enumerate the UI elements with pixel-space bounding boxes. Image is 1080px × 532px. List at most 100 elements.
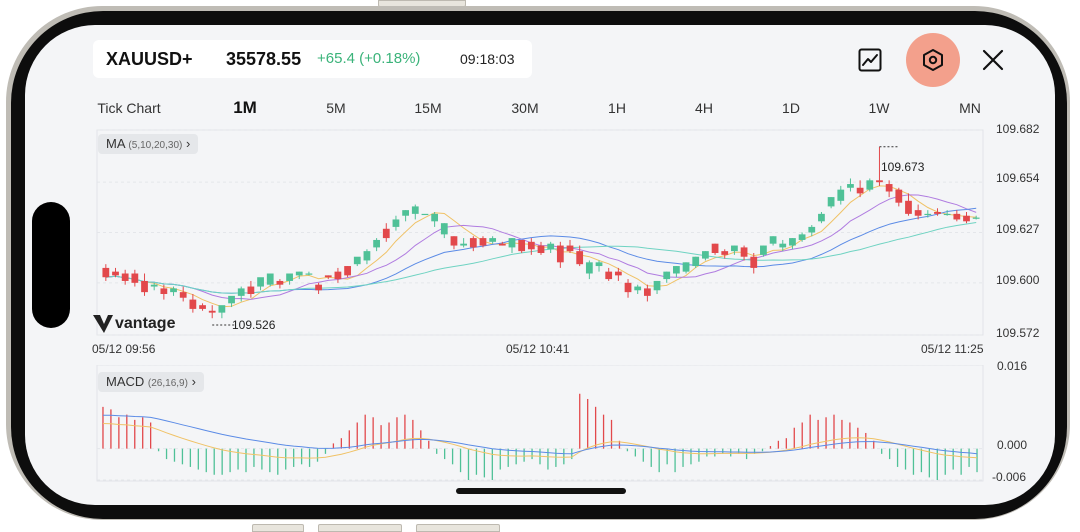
chevron-right-icon: › [191, 374, 196, 389]
time-axis-label: 05/12 09:56 [92, 342, 156, 356]
candle [266, 273, 274, 287]
candle-body [189, 299, 197, 309]
candle-body [972, 217, 980, 219]
camera-island [32, 202, 70, 328]
candle-body [779, 243, 787, 248]
candle-body [924, 213, 932, 216]
tab-mn[interactable]: MN [959, 95, 981, 121]
timeframe-tabs: Tick Chart 1M 5M 15M 30M 1H 4H 1D 1W MN [25, 95, 1055, 121]
chart-type-button[interactable] [845, 43, 895, 77]
macd-indicator-chip[interactable]: MACD (26,16,9) › [98, 372, 204, 392]
server-time: 09:18:03 [460, 51, 515, 67]
candle [895, 187, 903, 207]
watermark-text: vantage [115, 315, 176, 332]
candle-body [324, 275, 332, 278]
candle [305, 271, 313, 276]
candle-body [808, 226, 816, 233]
candle-body [170, 288, 177, 293]
candle-body [402, 210, 409, 216]
candle [344, 266, 351, 278]
candle [537, 241, 545, 255]
tab-5m[interactable]: 5M [326, 95, 345, 121]
tab-15m[interactable]: 15M [414, 95, 441, 121]
candle-body [837, 189, 845, 201]
price-axis-label: 109.572 [996, 326, 1040, 340]
candle-body [286, 273, 293, 281]
candle [199, 303, 206, 311]
home-indicator[interactable] [456, 488, 626, 494]
candle-body [102, 267, 110, 278]
tab-30m[interactable]: 30M [511, 95, 538, 121]
tab-1w[interactable]: 1W [869, 95, 890, 121]
candle [276, 279, 284, 289]
candle-body [498, 243, 506, 246]
candle-body [953, 213, 961, 220]
candle-body [440, 223, 448, 235]
candle-body [518, 239, 526, 252]
candle-body [885, 184, 893, 192]
candle [373, 238, 380, 252]
candle-body [576, 251, 584, 265]
candle-body [460, 243, 468, 246]
candle [295, 271, 303, 280]
candle-body [653, 280, 661, 291]
settings-button[interactable] [906, 33, 960, 87]
close-button[interactable] [975, 43, 1011, 77]
candle-body [469, 238, 477, 248]
candle [576, 245, 584, 267]
candle [827, 197, 835, 209]
candle [905, 193, 912, 216]
tab-tick-chart[interactable]: Tick Chart [97, 95, 160, 121]
macd-axis-label: 0.016 [997, 359, 1028, 373]
candle [469, 236, 477, 252]
candle-body [199, 305, 206, 309]
candle [102, 264, 110, 281]
candle [141, 273, 148, 296]
candle [769, 236, 777, 246]
candle-body [895, 189, 903, 203]
tab-1d[interactable]: 1D [782, 95, 800, 121]
candle [556, 241, 564, 268]
candle-body [692, 256, 700, 267]
candle [508, 238, 516, 253]
candle-body [818, 213, 825, 222]
candle-body [382, 228, 390, 239]
candle-body [673, 266, 680, 274]
tab-1m[interactable]: 1M [233, 95, 257, 121]
candle [257, 277, 264, 291]
symbol-ticker[interactable]: XAUUSD+ 35578.55 +65.4 (+0.18%) 09:18:03 [93, 40, 532, 78]
candle-body [847, 184, 854, 188]
candle [208, 305, 216, 319]
candle [634, 284, 642, 294]
candle-body [411, 206, 419, 214]
candle-body [489, 238, 497, 242]
candle-body [334, 271, 342, 280]
candle [963, 212, 970, 224]
candle-body [179, 292, 187, 298]
candle-body [740, 247, 748, 257]
side-button [252, 524, 304, 532]
candle [431, 212, 439, 227]
candle-body [537, 245, 545, 253]
macd-indicator-params: (26,16,9) [147, 378, 188, 389]
tab-1h[interactable]: 1H [608, 95, 626, 121]
tab-4h[interactable]: 4H [695, 95, 713, 121]
candle [866, 178, 874, 192]
candle-body [315, 284, 322, 291]
candle [953, 210, 961, 222]
candle-body [121, 273, 129, 281]
candle-body [112, 271, 119, 276]
candle-body [295, 271, 303, 276]
ma-indicator-chip[interactable]: MA (5,10,20,30) › [98, 134, 199, 154]
candle-body [131, 273, 139, 283]
candle [750, 253, 758, 274]
candle-body [702, 251, 709, 259]
candle-body [914, 210, 922, 216]
candle-body [614, 271, 622, 276]
candle-body [827, 197, 835, 207]
candle-body [479, 238, 487, 246]
macd-axis-label: 0.000 [997, 438, 1028, 452]
candle [818, 212, 825, 224]
candle-body [934, 212, 941, 214]
high-price-marker: 109.673 [881, 160, 925, 174]
